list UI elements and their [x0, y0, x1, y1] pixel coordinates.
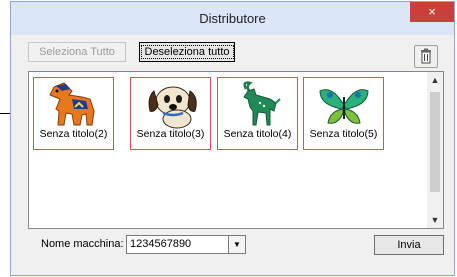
close-button[interactable]: × — [410, 2, 454, 22]
butterfly-icon — [319, 89, 369, 124]
select-all-button[interactable]: Seleziona Tutto — [28, 42, 126, 62]
machine-name-label: Nome macchina: — [41, 238, 124, 250]
design-tile[interactable]: Senza titolo(3) — [130, 77, 211, 150]
design-caption: Senza titolo(4) — [223, 128, 292, 140]
design-list[interactable]: Senza titolo(2) Senza titolo(3) Senza ti… — [28, 71, 444, 229]
machine-name-value: 1234567890 — [130, 238, 192, 250]
design-caption: Senza titolo(5) — [309, 128, 378, 140]
title-bar[interactable]: Distributore × — [11, 2, 454, 35]
vertical-scrollbar[interactable]: ▲ ▼ — [427, 72, 443, 228]
dog-icon — [148, 86, 197, 129]
design-tile[interactable]: Senza titolo(5) — [303, 77, 384, 150]
chevron-down-icon[interactable]: ▼ — [228, 236, 245, 253]
send-button[interactable]: Invia — [374, 235, 444, 255]
machine-name-select[interactable]: 1234567890 ▼ — [126, 235, 246, 254]
trash-icon — [421, 48, 431, 64]
design-tile[interactable]: Senza titolo(4) — [217, 77, 298, 150]
design-caption: Senza titolo(2) — [39, 128, 108, 140]
window-title: Distributore — [199, 11, 266, 26]
horse-icon — [49, 82, 95, 126]
distributor-dialog: Distributore × Seleziona Tutto Deselezio… — [10, 1, 455, 276]
scroll-up-icon[interactable]: ▲ — [427, 72, 443, 88]
design-caption: Senza titolo(3) — [136, 128, 205, 140]
scroll-thumb[interactable] — [430, 92, 440, 192]
deselect-all-button[interactable]: Deseleziona tutto — [139, 42, 235, 62]
deselect-all-label: Deseleziona tutto — [140, 45, 234, 59]
scroll-down-icon[interactable]: ▼ — [427, 212, 443, 228]
delete-button[interactable] — [414, 45, 438, 68]
design-tile[interactable]: Senza titolo(2) — [33, 77, 114, 150]
ibex-icon — [243, 81, 281, 126]
